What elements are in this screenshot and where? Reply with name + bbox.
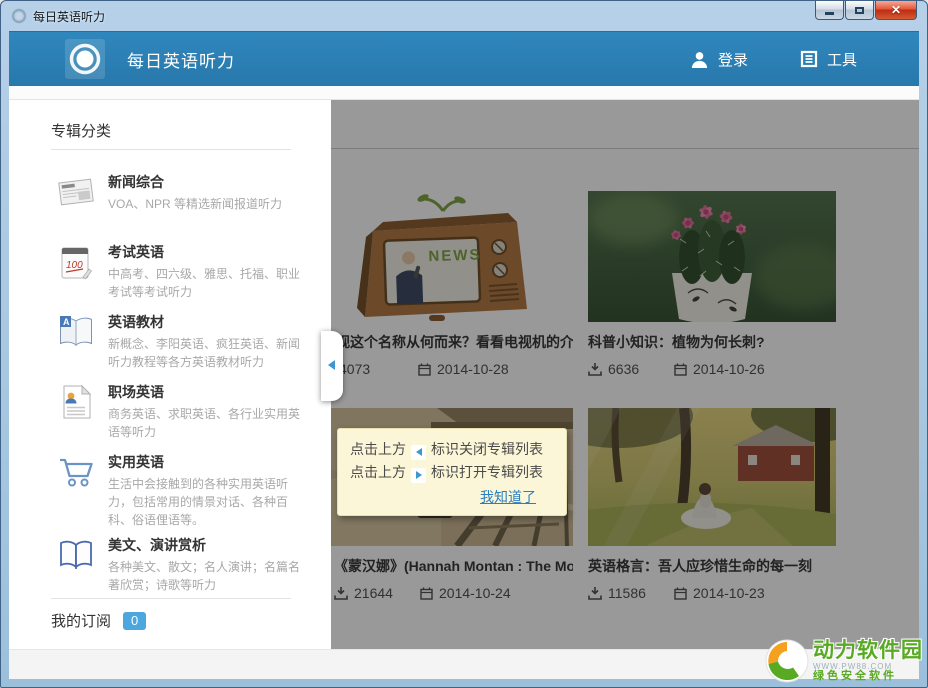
client-area: 每日英语听力 登录 工具 xyxy=(9,31,919,679)
app-name: 每日英语听力 xyxy=(127,47,235,72)
newspaper-icon xyxy=(56,172,96,212)
resume-icon xyxy=(56,382,96,422)
category-desc: 生活中会接触到的各种实用英语听力，包括常用的情景对话、各种百科、俗语俚语等。 xyxy=(108,475,305,529)
sidebar-item-subscriptions[interactable]: 我的订阅 0 xyxy=(51,610,146,631)
right-arrow-icon xyxy=(411,468,426,483)
category-title: 新闻综合 xyxy=(108,172,305,193)
category-desc: 新概念、李阳英语、疯狂英语、新闻听力教程等各方英语教材听力 xyxy=(108,335,305,371)
category-title: 美文、演讲赏析 xyxy=(108,535,305,556)
tools-list-icon xyxy=(800,50,818,68)
close-button[interactable]: ✕ xyxy=(875,1,917,20)
minimize-icon xyxy=(825,12,834,15)
category-desc: 中高考、四六级、雅思、托福、职业考试等考试听力 xyxy=(108,265,305,301)
app-header: 每日英语听力 登录 工具 xyxy=(9,31,919,86)
sidebar-heading: 专辑分类 xyxy=(51,120,111,141)
tooltip-text: 标识关闭专辑列表 xyxy=(431,441,543,457)
sidebar: 专辑分类 新闻综合 VOA、NPR 等精选新闻报道听力 xyxy=(9,100,331,649)
login-button[interactable]: 登录 xyxy=(690,49,748,70)
sidebar-item-textbook[interactable]: A 英语教材 新概念、李阳英语、疯狂英语、新闻听力教程等各方英语教材听力 xyxy=(56,312,305,371)
cart-icon xyxy=(56,452,96,492)
tutorial-tooltip: 点击上方标识关闭专辑列表 点击上方标识打开专辑列表 我知道了 xyxy=(337,428,567,516)
maximize-icon xyxy=(855,7,864,14)
sidebar-item-workplace[interactable]: 职场英语 商务英语、求职英语、各行业实用英语等听力 xyxy=(56,382,305,441)
maximize-button[interactable] xyxy=(845,1,874,20)
exam-pad-icon: 100 xyxy=(56,242,96,282)
app-logo xyxy=(65,39,105,79)
titlebar: 每日英语听力 ✕ xyxy=(1,1,927,31)
sidebar-item-news[interactable]: 新闻综合 VOA、NPR 等精选新闻报道听力 xyxy=(56,172,305,213)
tooltip-text: 标识打开专辑列表 xyxy=(431,464,543,480)
tooltip-text: 点击上方 xyxy=(350,464,406,480)
subheader-strip xyxy=(9,86,919,100)
tooltip-confirm-link[interactable]: 我知道了 xyxy=(480,489,536,505)
sidebar-collapse-tab[interactable] xyxy=(321,331,343,401)
window-title: 每日英语听力 xyxy=(33,8,105,25)
category-desc: VOA、NPR 等精选新闻报道听力 xyxy=(108,195,305,213)
tools-label: 工具 xyxy=(827,49,857,70)
main-content: NEWS 视这个名称从何而来？看看电视机的介绍 xyxy=(331,100,919,649)
divider xyxy=(51,149,291,150)
subscription-label: 我的订阅 xyxy=(51,610,111,631)
watermark-logo-icon xyxy=(764,638,810,684)
category-title: 职场英语 xyxy=(108,382,305,403)
app-ring-icon xyxy=(11,8,27,24)
divider xyxy=(51,598,291,599)
sidebar-item-exam[interactable]: 100 考试英语 中高考、四六级、雅思、托福、职业考试等考试听力 xyxy=(56,242,305,301)
minimize-button[interactable] xyxy=(815,1,844,20)
tooltip-line-1: 点击上方 标识关闭专辑列表 xyxy=(350,438,556,461)
dim-overlay xyxy=(331,100,919,649)
app-logo-ring-icon xyxy=(66,40,104,78)
left-arrow-icon xyxy=(411,445,426,460)
login-label: 登录 xyxy=(718,49,748,70)
close-icon: ✕ xyxy=(891,3,901,17)
category-title: 英语教材 xyxy=(108,312,305,333)
category-title: 考试英语 xyxy=(108,242,305,263)
app-window: 每日英语听力 ✕ 每日英语听力 登录 xyxy=(0,0,928,688)
user-icon xyxy=(690,50,709,69)
category-desc: 商务英语、求职英语、各行业实用英语等听力 xyxy=(108,405,305,441)
textbook-a-label: A xyxy=(63,317,70,327)
textbook-icon: A xyxy=(56,312,96,352)
category-title: 实用英语 xyxy=(108,452,305,473)
collapse-arrow-icon xyxy=(328,360,335,370)
sidebar-item-practical[interactable]: 实用英语 生活中会接触到的各种实用英语听力，包括常用的情景对话、各种百科、俗语俚… xyxy=(56,452,305,529)
category-desc: 各种美文、散文；名人演讲；名篇名著欣赏；诗歌等听力 xyxy=(108,558,305,594)
sidebar-item-essays[interactable]: 美文、演讲赏析 各种美文、散文；名人演讲；名篇名著欣赏；诗歌等听力 xyxy=(56,535,305,594)
open-book-icon xyxy=(56,535,96,575)
subscription-count-badge: 0 xyxy=(123,612,146,630)
tools-button[interactable]: 工具 xyxy=(800,49,857,70)
tooltip-text: 点击上方 xyxy=(350,441,406,457)
site-watermark: 动力软件园 WWW.PW88.COM 绿色安全软件 xyxy=(764,638,923,684)
tooltip-line-2: 点击上方 标识打开专辑列表 xyxy=(350,461,556,484)
watermark-site-name: 动力软件园 xyxy=(813,640,923,662)
watermark-slogan: 绿色安全软件 xyxy=(813,671,923,683)
